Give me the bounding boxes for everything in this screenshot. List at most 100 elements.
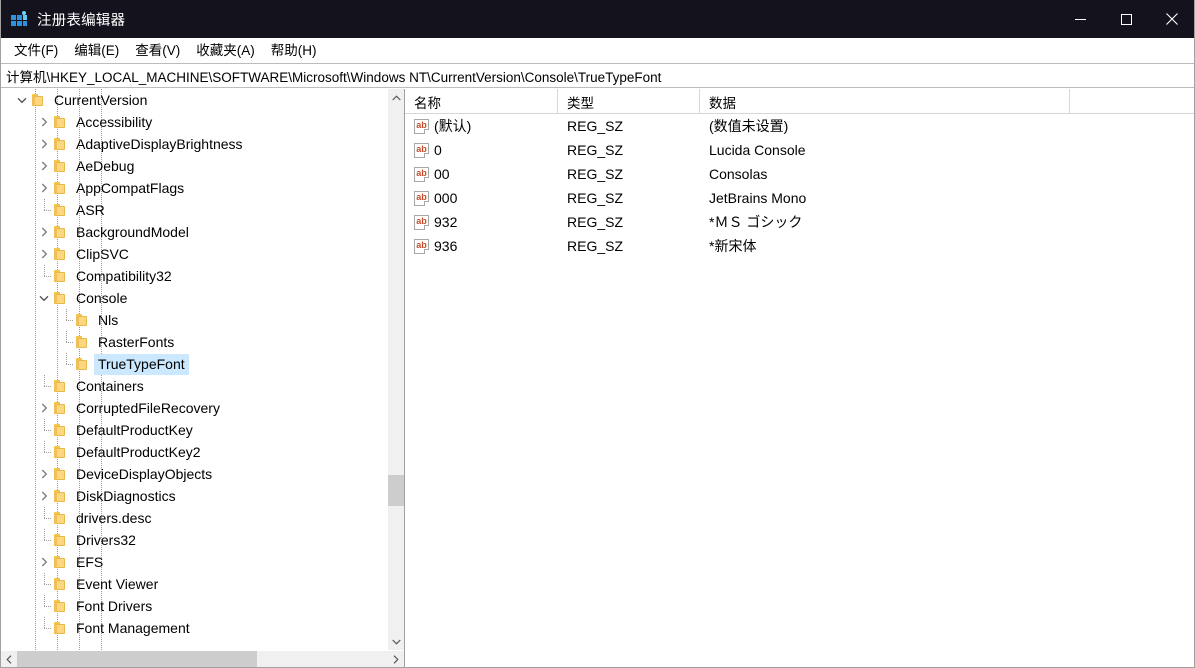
table-row[interactable]: ab 932 REG_SZ *ＭＳ ゴシック — [405, 210, 1195, 234]
folder-icon — [74, 356, 90, 372]
registry-editor-icon — [11, 11, 27, 27]
folder-icon — [52, 488, 68, 504]
value-name-cell: ab 936 — [405, 238, 558, 254]
tree-item-defaultproductkey[interactable]: DefaultProductKey — [0, 419, 387, 441]
tree-item-drivers32[interactable]: Drivers32 — [0, 529, 387, 551]
table-row[interactable]: ab 0 REG_SZ Lucida Console — [405, 138, 1195, 162]
tree-item-truetypefont[interactable]: TrueTypeFont — [0, 353, 387, 375]
tree-horizontal-scrollbar[interactable] — [0, 650, 404, 668]
tree-item-currentversion[interactable]: CurrentVersion — [0, 89, 387, 111]
tree-item-asr[interactable]: ASR — [0, 199, 387, 221]
chevron-right-icon[interactable] — [36, 114, 52, 130]
chevron-down-icon[interactable] — [36, 290, 52, 306]
string-value-icon: ab — [414, 214, 429, 230]
tree-item-label: RasterFonts — [98, 333, 175, 350]
tree-item-corruptedfilerecovery[interactable]: CorruptedFileRecovery — [0, 397, 387, 419]
minimize-button[interactable] — [1057, 0, 1103, 38]
registry-tree[interactable]: CurrentVersion Accessibility AdaptiveDispl… — [0, 89, 387, 650]
tree-item-adaptivedisplaybrightness[interactable]: AdaptiveDisplayBrightness — [0, 133, 387, 155]
table-row[interactable]: ab 000 REG_SZ JetBrains Mono — [405, 186, 1195, 210]
menu-help[interactable]: 帮助(H) — [263, 41, 325, 61]
tree-hscroll-thumb[interactable] — [17, 650, 257, 668]
value-type: REG_SZ — [567, 142, 624, 158]
tree-vertical-scrollbar[interactable] — [387, 89, 404, 650]
value-data: Consolas — [709, 166, 768, 182]
column-header-name[interactable]: 名称 — [405, 89, 558, 114]
value-name-cell: ab 0 — [405, 142, 558, 158]
registry-tree-pane: CurrentVersion Accessibility AdaptiveDispl… — [0, 89, 405, 668]
scroll-up-button[interactable] — [388, 89, 404, 106]
tree-item-aedebug[interactable]: AeDebug — [0, 155, 387, 177]
column-header-data[interactable]: 数据 — [700, 89, 1070, 114]
tree-item-label: Console — [76, 289, 128, 306]
tree-item-containers[interactable]: Containers — [0, 375, 387, 397]
chevron-right-icon[interactable] — [36, 136, 52, 152]
tree-elbow — [36, 595, 52, 614]
tree-item-appcompatflags[interactable]: AppCompatFlags — [0, 177, 387, 199]
string-value-icon: ab — [414, 190, 429, 206]
tree-item-devicedisplayobjects[interactable]: DeviceDisplayObjects — [0, 463, 387, 485]
tree-item-label: TrueTypeFont — [94, 353, 189, 375]
scroll-down-button[interactable] — [388, 633, 404, 650]
table-row[interactable]: ab (默认) REG_SZ (数值未设置) — [405, 114, 1195, 138]
tree-item-compatibility32[interactable]: Compatibility32 — [0, 265, 387, 287]
chevron-right-icon[interactable] — [36, 224, 52, 240]
tree-item-nls[interactable]: Nls — [0, 309, 387, 331]
value-name: 936 — [434, 238, 458, 254]
title-bar: 注册表编辑器 — [0, 0, 1195, 38]
tree-item-diskdiagnostics[interactable]: DiskDiagnostics — [0, 485, 387, 507]
tree-hscroll-track[interactable] — [17, 650, 387, 668]
tree-item-efs[interactable]: EFS — [0, 551, 387, 573]
address-bar[interactable]: 计算机\HKEY_LOCAL_MACHINE\SOFTWARE\Microsof… — [1, 63, 1194, 88]
folder-icon — [52, 554, 68, 570]
value-type: REG_SZ — [567, 238, 624, 254]
chevron-right-icon[interactable] — [36, 488, 52, 504]
tree-item-drivers-desc[interactable]: drivers.desc — [0, 507, 387, 529]
menu-favorites[interactable]: 收藏夹(A) — [188, 41, 263, 61]
tree-item-event-viewer[interactable]: Event Viewer — [0, 573, 387, 595]
chevron-right-icon[interactable] — [36, 400, 52, 416]
tree-elbow — [36, 507, 52, 526]
tree-item-clipsvc[interactable]: ClipSVC — [0, 243, 387, 265]
tree-item-rasterfonts[interactable]: RasterFonts — [0, 331, 387, 353]
string-value-icon: ab — [414, 118, 429, 134]
folder-icon — [52, 378, 68, 394]
tree-elbow — [36, 419, 52, 438]
chevron-right-icon[interactable] — [36, 180, 52, 196]
tree-item-label: AppCompatFlags — [76, 179, 185, 196]
tree-item-defaultproductkey2[interactable]: DefaultProductKey2 — [0, 441, 387, 463]
maximize-icon — [1120, 13, 1132, 25]
menu-view[interactable]: 查看(V) — [127, 41, 188, 61]
scroll-left-button[interactable] — [0, 651, 17, 668]
menu-edit[interactable]: 编辑(E) — [66, 41, 127, 61]
tree-scroll-thumb[interactable] — [388, 475, 404, 506]
folder-icon — [52, 268, 68, 284]
chevron-right-icon[interactable] — [36, 466, 52, 482]
table-row[interactable]: ab 936 REG_SZ *新宋体 — [405, 234, 1195, 258]
values-column-header: 名称 类型 数据 — [405, 89, 1195, 114]
tree-item-font-management[interactable]: Font Management — [0, 617, 387, 639]
tree-item-console[interactable]: Console — [0, 287, 387, 309]
values-list[interactable]: ab (默认) REG_SZ (数值未设置) ab 0 REG_SZ Lucida Conso… — [405, 114, 1195, 668]
tree-item-accessibility[interactable]: Accessibility — [0, 111, 387, 133]
table-row[interactable]: ab 00 REG_SZ Consolas — [405, 162, 1195, 186]
chevron-right-icon[interactable] — [36, 158, 52, 174]
tree-item-font-drivers[interactable]: Font Drivers — [0, 595, 387, 617]
column-header-type[interactable]: 类型 — [558, 89, 700, 114]
value-name-cell: ab 000 — [405, 190, 558, 206]
chevron-right-icon[interactable] — [36, 554, 52, 570]
close-button[interactable] — [1149, 0, 1195, 38]
chevron-right-icon[interactable] — [36, 246, 52, 262]
chevron-down-icon[interactable] — [14, 92, 30, 108]
tree-item-backgroundmodel[interactable]: BackgroundModel — [0, 221, 387, 243]
folder-icon — [52, 422, 68, 438]
maximize-button[interactable] — [1103, 0, 1149, 38]
scroll-right-button[interactable] — [387, 651, 404, 668]
menu-file[interactable]: 文件(F) — [6, 41, 66, 61]
tree-scroll-track[interactable] — [388, 106, 404, 633]
